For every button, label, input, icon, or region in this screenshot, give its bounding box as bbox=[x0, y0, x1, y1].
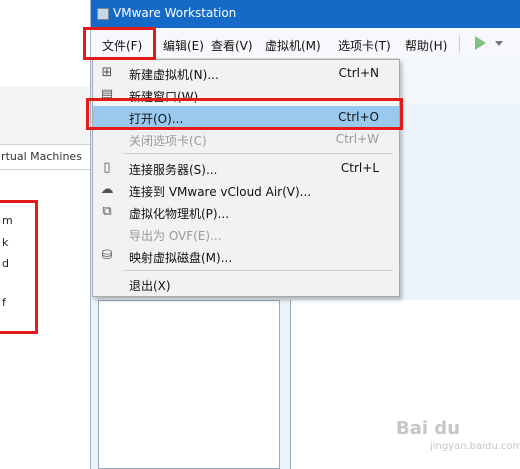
annotation-box bbox=[0, 200, 38, 334]
library-panel bbox=[98, 300, 280, 469]
menu-item-connect-server[interactable]: ▯ 连接服务器(S)... Ctrl+L bbox=[93, 157, 399, 179]
title-bar[interactable]: VMware Workstation bbox=[91, 0, 520, 28]
menu-item-vcloud[interactable]: ☁ 连接到 VMware vCloud Air(V)... bbox=[93, 179, 399, 201]
menu-tabs[interactable]: 选项卡(T) bbox=[338, 37, 391, 54]
chevron-down-icon[interactable] bbox=[495, 41, 503, 46]
menu-view[interactable]: 查看(V) bbox=[211, 37, 253, 54]
content-strip bbox=[400, 58, 520, 104]
menu-help[interactable]: 帮助(H) bbox=[405, 37, 447, 54]
menu-item-exit[interactable]: 退出(X) bbox=[93, 273, 399, 295]
server-icon: ▯ bbox=[103, 160, 111, 175]
annotation-box bbox=[83, 27, 156, 60]
background-tab-label: irtual Machines bbox=[0, 150, 82, 163]
menu-separator bbox=[123, 153, 393, 154]
play-icon[interactable] bbox=[475, 36, 486, 50]
watermark-sub: jingyan.baidu.com bbox=[430, 441, 520, 452]
new-vm-icon: ⊞ bbox=[101, 65, 113, 80]
physical-machine-icon: ⧉ bbox=[102, 204, 112, 219]
menu-separator bbox=[123, 270, 393, 271]
app-icon bbox=[97, 8, 109, 20]
annotation-box bbox=[86, 98, 403, 130]
toolbar-separator bbox=[459, 35, 460, 53]
menu-item-virtualize-physical[interactable]: ⧉ 虚拟化物理机(P)... bbox=[93, 201, 399, 223]
menu-item-new-vm[interactable]: ⊞ 新建虚拟机(N)... Ctrl+N bbox=[93, 62, 399, 84]
background-window-toolbar bbox=[0, 86, 90, 144]
window-title: VMware Workstation bbox=[113, 6, 237, 20]
background-window-header bbox=[0, 0, 90, 87]
file-menu-dropdown: ⊞ 新建虚拟机(N)... Ctrl+N ▤ 新建窗口(W) 打开(O)... … bbox=[92, 59, 400, 297]
cloud-icon: ☁ bbox=[100, 182, 114, 197]
disk-icon: ⛁ bbox=[101, 248, 113, 263]
menu-item-close-tab[interactable]: 关闭选项卡(C) Ctrl+W bbox=[93, 128, 399, 150]
menu-vm[interactable]: 虚拟机(M) bbox=[265, 37, 321, 54]
menu-edit[interactable]: 编辑(E) bbox=[163, 37, 204, 54]
menu-item-export-ovf[interactable]: 导出为 OVF(E)... bbox=[93, 223, 399, 245]
background-tab[interactable]: irtual Machines bbox=[0, 144, 90, 170]
menu-item-map-disk[interactable]: ⛁ 映射虚拟磁盘(M)... bbox=[93, 245, 399, 267]
watermark: Bai du bbox=[396, 418, 461, 439]
